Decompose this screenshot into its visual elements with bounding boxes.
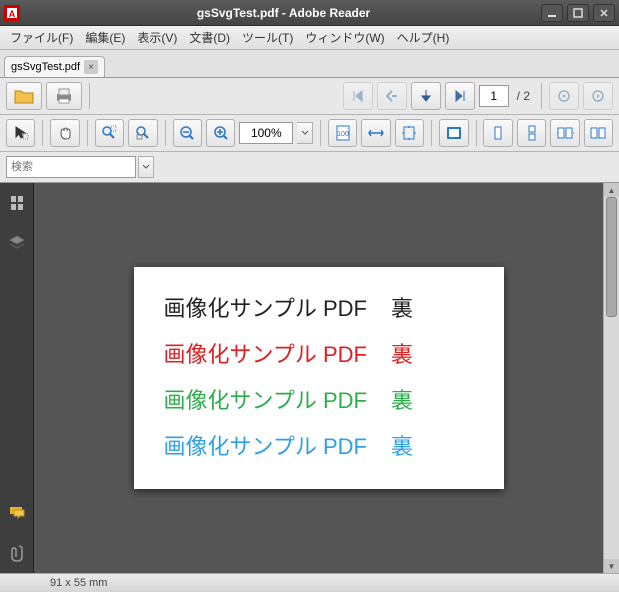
scroll-down-icon[interactable]: ▼ xyxy=(604,559,619,573)
minimize-button[interactable] xyxy=(541,4,563,22)
scroll-up-icon[interactable]: ▲ xyxy=(604,183,619,197)
doc-line-3: 画像化サンプル PDF裏 xyxy=(164,383,474,415)
two-page-button[interactable] xyxy=(584,119,613,147)
close-button[interactable] xyxy=(593,4,615,22)
page-count-label: / 2 xyxy=(513,89,534,103)
sidebar xyxy=(0,183,34,573)
titlebar: A gsSvgTest.pdf - Adobe Reader xyxy=(0,0,619,26)
svg-text:A: A xyxy=(9,9,16,19)
first-page-button[interactable] xyxy=(343,82,373,110)
history-forward-button[interactable] xyxy=(583,82,613,110)
doc-line-2: 画像化サンプル PDF裏 xyxy=(164,337,474,369)
page-number-input[interactable] xyxy=(479,85,509,107)
search-input[interactable] xyxy=(6,156,136,178)
zoom-in-button[interactable] xyxy=(206,119,235,147)
separator xyxy=(87,120,88,146)
continuous-page-button[interactable] xyxy=(517,119,546,147)
zoom-to-100-button[interactable] xyxy=(128,119,157,147)
content-area: 画像化サンプル PDF裏 画像化サンプル PDF裏 画像化サンプル PDF裏 画… xyxy=(0,183,619,573)
window-title: gsSvgTest.pdf - Adobe Reader xyxy=(26,6,541,20)
menubar: ファイル(F) 編集(E) 表示(V) 文書(D) ツール(T) ウィンドウ(W… xyxy=(0,26,619,50)
separator xyxy=(541,83,542,109)
prev-page-button[interactable] xyxy=(377,82,407,110)
app-icon: A xyxy=(4,5,20,21)
menu-file[interactable]: ファイル(F) xyxy=(4,27,79,48)
pdf-page: 画像化サンプル PDF裏 画像化サンプル PDF裏 画像化サンプル PDF裏 画… xyxy=(134,267,504,489)
document-tab[interactable]: gsSvgTest.pdf × xyxy=(4,56,105,77)
separator xyxy=(431,120,432,146)
comments-panel-icon[interactable] xyxy=(7,503,27,523)
marquee-zoom-button[interactable] xyxy=(95,119,124,147)
vertical-scrollbar[interactable]: ▲ ▼ xyxy=(603,183,619,573)
menu-view[interactable]: 表示(V) xyxy=(131,27,183,48)
fit-page-button[interactable] xyxy=(395,119,424,147)
fit-width-page-button[interactable]: 100 xyxy=(328,119,357,147)
tab-close-icon[interactable]: × xyxy=(84,60,98,74)
doc-line-4: 画像化サンプル PDF裏 xyxy=(164,429,474,461)
print-button[interactable] xyxy=(46,82,82,110)
toolbar-main: / 2 xyxy=(0,78,619,115)
tabbar: gsSvgTest.pdf × xyxy=(0,50,619,78)
menu-document[interactable]: 文書(D) xyxy=(183,27,236,48)
svg-text:100: 100 xyxy=(337,131,349,138)
attachments-panel-icon[interactable] xyxy=(7,543,27,563)
thumbnails-panel-icon[interactable] xyxy=(7,193,27,213)
zoom-out-button[interactable] xyxy=(173,119,202,147)
next-page-button[interactable] xyxy=(411,82,441,110)
menu-window[interactable]: ウィンドウ(W) xyxy=(299,27,390,48)
zoom-input[interactable] xyxy=(239,122,293,144)
separator xyxy=(476,120,477,146)
two-page-spread-button[interactable] xyxy=(550,119,579,147)
select-tool-button[interactable] xyxy=(6,119,35,147)
page-view[interactable]: 画像化サンプル PDF裏 画像化サンプル PDF裏 画像化サンプル PDF裏 画… xyxy=(34,183,603,573)
menu-tool[interactable]: ツール(T) xyxy=(236,27,299,48)
zoom-dropdown[interactable] xyxy=(297,122,313,144)
single-page-button[interactable] xyxy=(483,119,512,147)
menu-edit[interactable]: 編集(E) xyxy=(79,27,131,48)
fit-width-button[interactable] xyxy=(361,119,390,147)
menu-help[interactable]: ヘルプ(H) xyxy=(391,27,456,48)
last-page-button[interactable] xyxy=(445,82,475,110)
separator xyxy=(320,120,321,146)
separator xyxy=(89,83,90,109)
toolbar-view: 100 xyxy=(0,115,619,152)
fullscreen-button[interactable] xyxy=(439,119,468,147)
separator xyxy=(165,120,166,146)
tab-label: gsSvgTest.pdf xyxy=(11,61,80,73)
open-file-button[interactable] xyxy=(6,82,42,110)
doc-line-1: 画像化サンプル PDF裏 xyxy=(164,291,474,323)
layers-panel-icon[interactable] xyxy=(7,233,27,253)
scrollbar-thumb[interactable] xyxy=(606,197,617,317)
hand-tool-button[interactable] xyxy=(50,119,79,147)
maximize-button[interactable] xyxy=(567,4,589,22)
search-dropdown[interactable] xyxy=(138,156,154,178)
page-size-label: 91 x 55 mm xyxy=(50,577,107,589)
searchbar xyxy=(0,152,619,183)
history-back-button[interactable] xyxy=(549,82,579,110)
separator xyxy=(42,120,43,146)
